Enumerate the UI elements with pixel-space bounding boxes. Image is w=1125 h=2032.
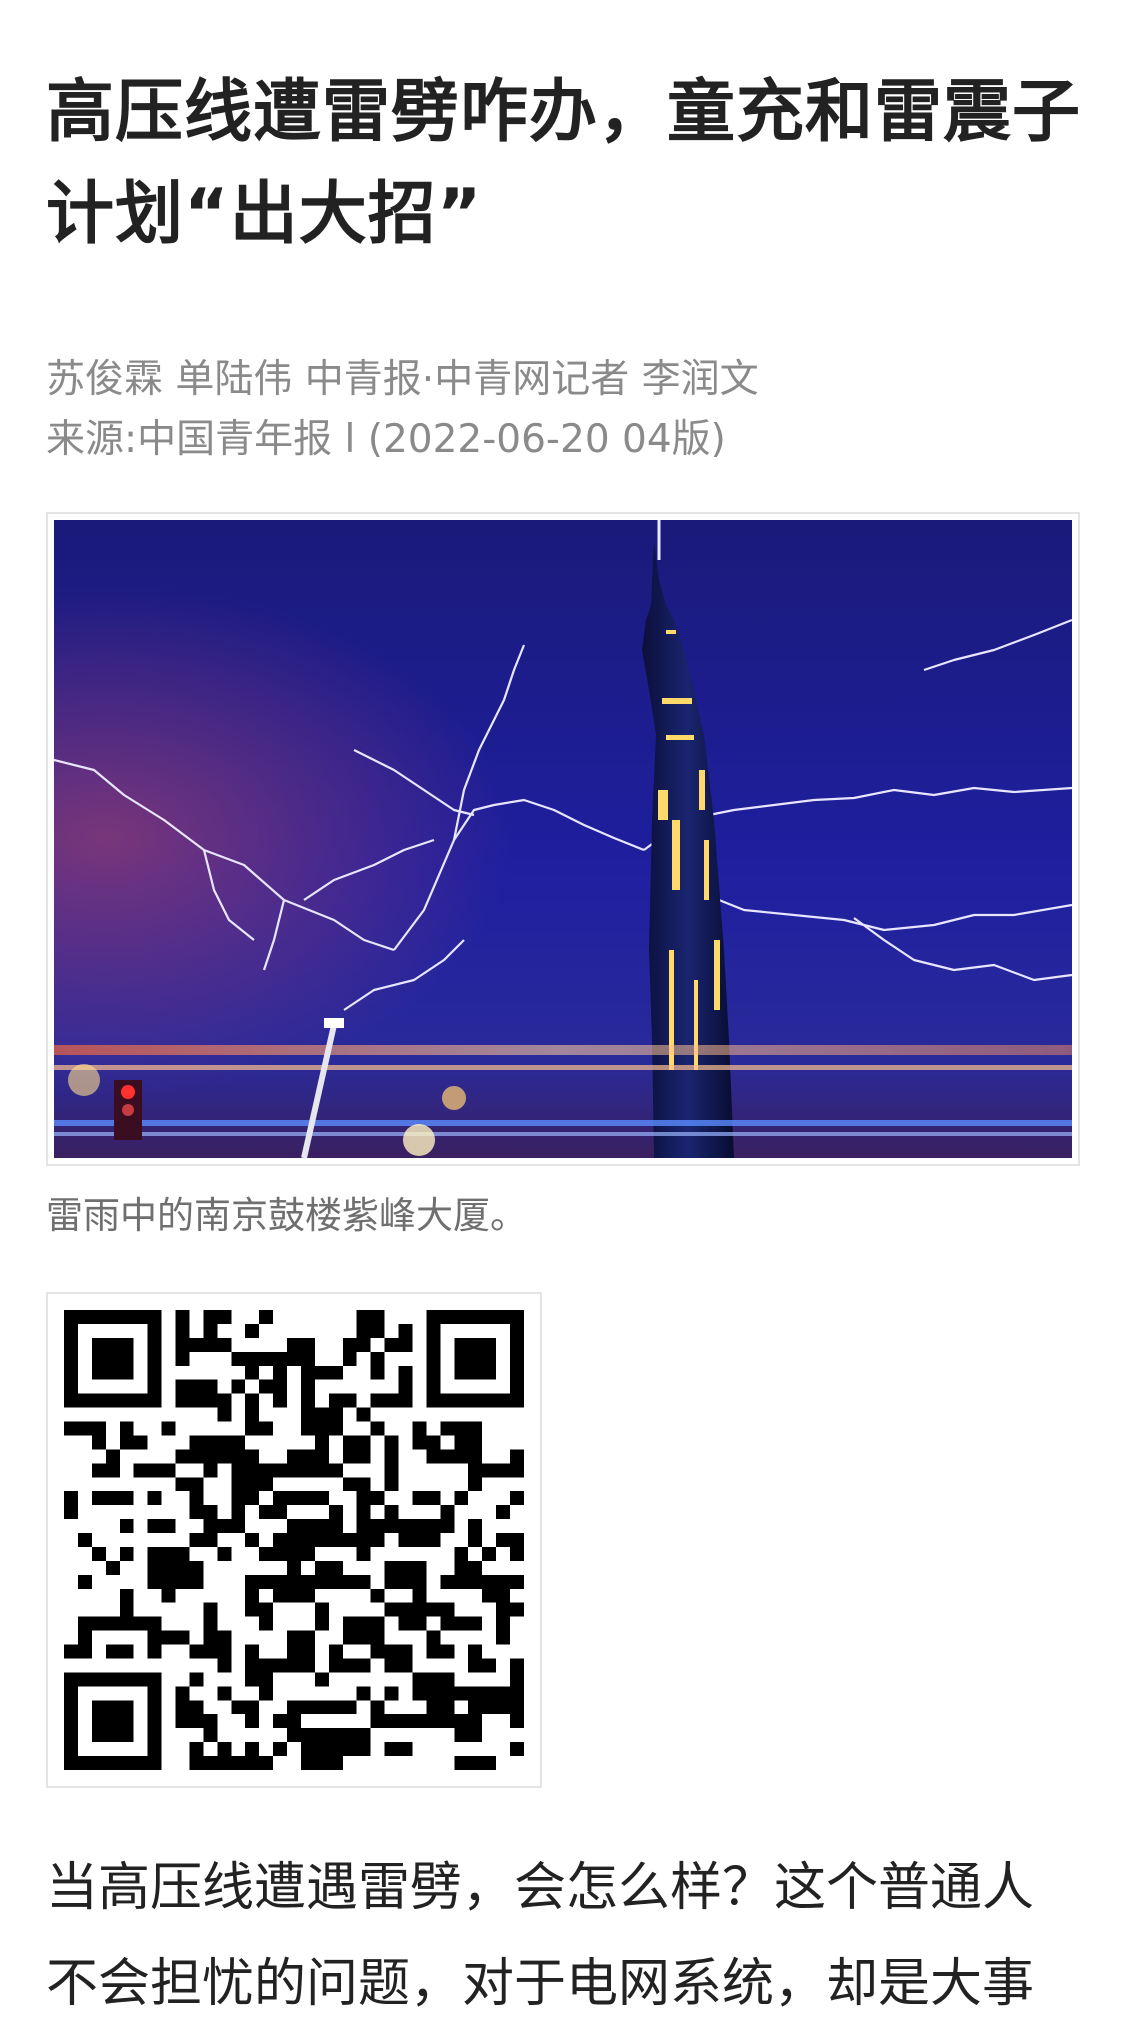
lightning-tower-photo-icon — [54, 520, 1072, 1158]
photo-caption: 雷雨中的南京鼓楼紫峰大厦。 — [46, 1194, 527, 1237]
article-meta: 苏俊霖 单陆伟 中青报·中青网记者 李润文 来源:中国青年报 l (2022-0… — [46, 350, 759, 470]
qr-code-frame[interactable] — [46, 1292, 542, 1788]
byline: 苏俊霖 单陆伟 中青报·中青网记者 李润文 — [46, 357, 759, 402]
qr-code-icon — [64, 1310, 524, 1770]
article-photo[interactable] — [46, 512, 1080, 1166]
article-title: 高压线遭雷劈咋办，童充和雷震子计划“出大招” — [46, 73, 1082, 254]
source-line: 来源:中国青年报 l (2022-06-20 04版) — [46, 417, 726, 462]
article-paragraph: 当高压线遭遇雷劈，会怎么样？这个普通人不会担忧的问题，对于电网系统，却是大事 — [46, 1858, 1035, 2014]
